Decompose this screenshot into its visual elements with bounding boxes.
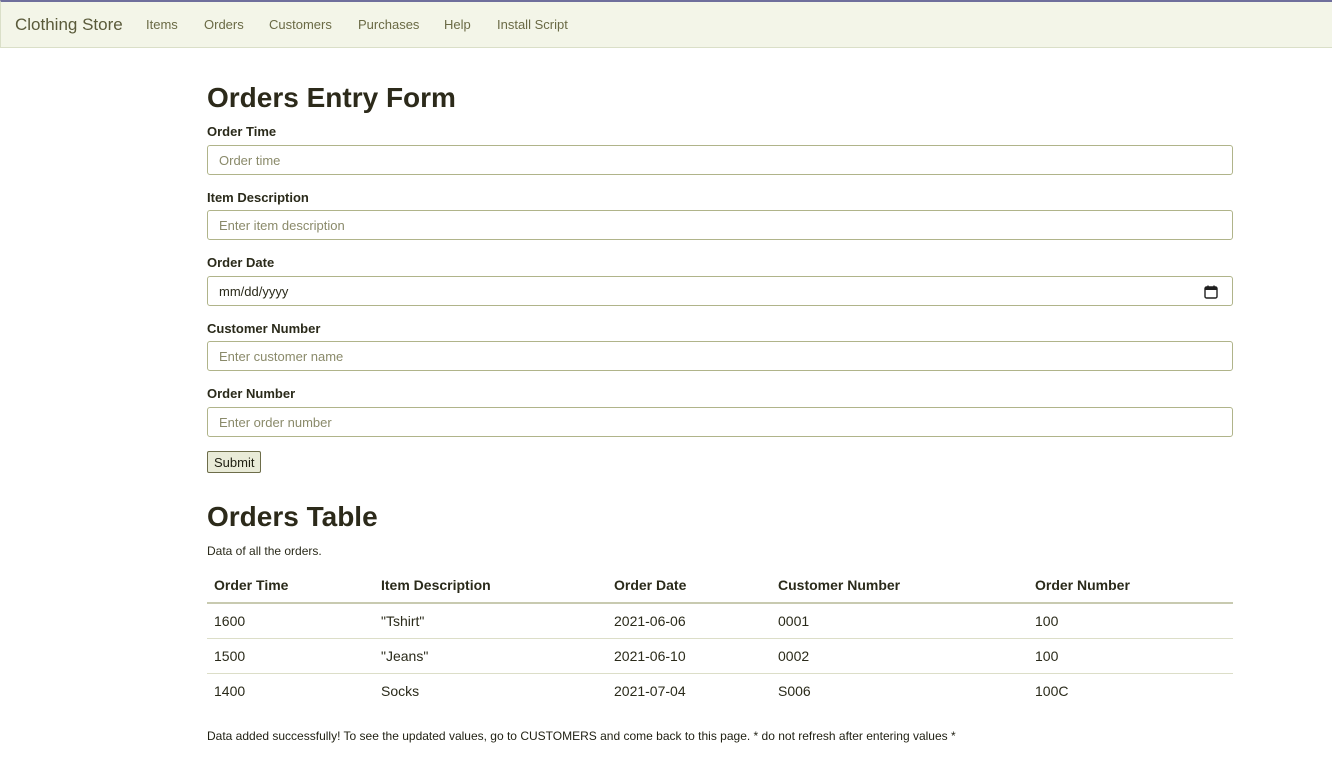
nav-link-items[interactable]: Items bbox=[146, 17, 178, 32]
submit-button[interactable]: Submit bbox=[207, 451, 262, 473]
customer-number-input[interactable] bbox=[207, 341, 1233, 371]
nav-link-install-script[interactable]: Install Script bbox=[497, 17, 568, 32]
navbar: Clothing Store Items Orders Customers Pu… bbox=[0, 0, 1332, 48]
cell-order-date: 2021-07-04 bbox=[614, 682, 686, 699]
order-number-label: Order Number bbox=[207, 386, 296, 401]
table-header-row: Order Time Item Description Order Date C… bbox=[207, 567, 1233, 604]
cell-order-date: 2021-06-10 bbox=[607, 638, 771, 674]
nav-link-customers[interactable]: Customers bbox=[269, 17, 332, 32]
nav-link-orders[interactable]: Orders bbox=[204, 17, 244, 32]
nav-link-help[interactable]: Help bbox=[444, 17, 471, 32]
cell-customer-number: 0002 bbox=[771, 638, 1028, 674]
order-date-placeholder: mm/dd/yyyy bbox=[219, 284, 289, 299]
order-number-input[interactable] bbox=[207, 407, 1233, 437]
cell-customer-number: S006 bbox=[778, 682, 811, 699]
order-date-input[interactable]: mm/dd/yyyy bbox=[207, 276, 1233, 306]
cell-item-description: "Jeans" bbox=[374, 638, 607, 674]
cell-order-number: 100C bbox=[1035, 682, 1069, 699]
column-header-item-description: Item Description bbox=[374, 567, 607, 604]
cell-order-time: 1500 bbox=[207, 638, 374, 674]
table-caption: Data of all the orders. bbox=[207, 544, 322, 558]
brand-link[interactable]: Clothing Store bbox=[15, 15, 123, 35]
cell-item-description: "Tshirt" bbox=[374, 603, 607, 639]
cell-order-time: 1400 bbox=[214, 682, 246, 699]
cell-order-date: 2021-06-06 bbox=[607, 603, 771, 639]
column-header-order-date: Order Date bbox=[607, 567, 771, 604]
column-header-customer-number: Customer Number bbox=[771, 567, 1028, 604]
item-description-input[interactable] bbox=[207, 210, 1233, 240]
cell-order-number: 100 bbox=[1028, 638, 1233, 674]
cell-order-number: 100 bbox=[1028, 603, 1233, 639]
table-title: Orders Table bbox=[207, 501, 378, 532]
table-row: 1600 "Tshirt" 2021-06-06 0001 100 bbox=[207, 603, 1233, 639]
form-title: Orders Entry Form bbox=[207, 82, 456, 113]
orders-table: Order Time Item Description Order Date C… bbox=[207, 567, 1233, 708]
cell-item-description: Socks bbox=[381, 682, 420, 699]
nav-link-purchases[interactable]: Purchases bbox=[358, 17, 419, 32]
column-header-order-number: Order Number bbox=[1028, 567, 1233, 604]
order-time-input[interactable] bbox=[207, 145, 1233, 175]
status-message: Data added successfully! To see the upda… bbox=[207, 729, 956, 743]
cell-order-time: 1600 bbox=[207, 603, 374, 639]
cell-customer-number: 0001 bbox=[771, 603, 1028, 639]
item-description-label: Item Description bbox=[207, 190, 309, 205]
customer-number-label: Customer Number bbox=[207, 321, 321, 336]
order-date-label: Order Date bbox=[207, 255, 275, 270]
table-row: 1500 "Jeans" 2021-06-10 0002 100 bbox=[207, 638, 1233, 674]
order-time-label: Order Time bbox=[207, 124, 277, 139]
calendar-icon[interactable] bbox=[1204, 285, 1218, 299]
table-row: 1400 Socks 2021-07-04 S006 100C bbox=[207, 673, 1233, 708]
column-header-order-time: Order Time bbox=[207, 567, 374, 604]
